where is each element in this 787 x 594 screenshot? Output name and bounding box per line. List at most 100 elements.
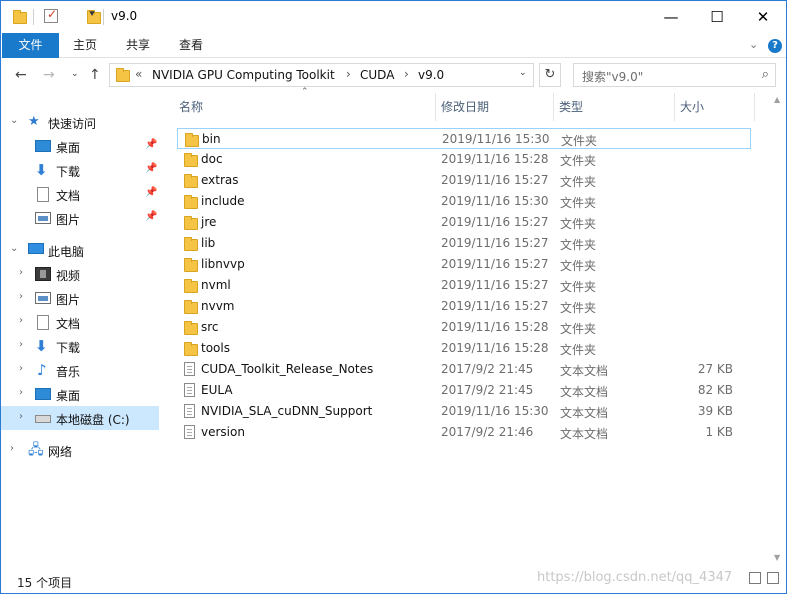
up-icon[interactable]: ↑	[89, 67, 101, 83]
tab-file[interactable]: 文件	[2, 33, 59, 58]
help-icon[interactable]: ?	[768, 39, 782, 53]
nav-pc-music[interactable]: › ♪ 音乐	[1, 358, 159, 382]
chevron-right-icon[interactable]: ›	[19, 339, 23, 350]
list-item[interactable]: version 2017/9/2 21:46 文本文档 1 KB	[177, 422, 751, 443]
folder-icon	[116, 68, 130, 82]
nav-pc-documents[interactable]: › 文档	[1, 310, 159, 334]
file-date: 2019/11/16 15:27	[441, 257, 549, 271]
details-view-icon[interactable]	[749, 572, 761, 584]
pin-icon[interactable]: 📌	[145, 139, 157, 150]
breadcrumb-v90[interactable]: v9.0	[418, 68, 444, 82]
column-divider[interactable]	[553, 93, 554, 121]
tab-share[interactable]: 共享	[113, 33, 163, 58]
list-item[interactable]: include 2019/11/16 15:30 文件夹	[177, 191, 751, 212]
back-icon[interactable]: ←	[15, 67, 27, 83]
breadcrumb-cuda[interactable]: CUDA	[360, 68, 394, 82]
nav-pc-local-disk[interactable]: › 本地磁盘 (C:)	[1, 406, 159, 430]
scroll-up-icon[interactable]: ▲	[774, 95, 780, 104]
column-header-size[interactable]: 大小	[680, 93, 704, 121]
list-item[interactable]: nvvm 2019/11/16 15:27 文件夹	[177, 296, 751, 317]
overflow-crumb[interactable]: «	[135, 67, 142, 81]
nav-pc-videos[interactable]: › 视频	[1, 262, 159, 286]
folder-icon	[184, 342, 198, 356]
expand-ribbon-icon[interactable]: ⌄	[749, 38, 758, 51]
address-dropdown-icon[interactable]: ⌄	[519, 68, 527, 78]
chevron-right-icon[interactable]: ›	[19, 291, 23, 302]
scroll-down-icon[interactable]: ▼	[774, 553, 780, 562]
nav-quick-access[interactable]: ⌄ ★ 快速访问	[1, 110, 159, 134]
pin-icon[interactable]: 📌	[145, 187, 157, 198]
column-header-type[interactable]: 类型	[559, 93, 583, 121]
column-divider[interactable]	[754, 93, 755, 121]
large-icons-view-icon[interactable]	[767, 572, 779, 584]
list-item[interactable]: NVIDIA_SLA_cuDNN_Support 2019/11/16 15:3…	[177, 401, 751, 422]
list-item[interactable]: tools 2019/11/16 15:28 文件夹	[177, 338, 751, 359]
list-item[interactable]: doc 2019/11/16 15:28 文件夹	[177, 149, 751, 170]
nav-pc-downloads[interactable]: › ⬇ 下载	[1, 334, 159, 358]
address-bar[interactable]: « NVIDIA GPU Computing Toolkit › CUDA › …	[109, 63, 534, 87]
maximize-button[interactable]: ☐	[694, 1, 740, 33]
chevron-down-icon[interactable]: ⌄	[10, 115, 18, 126]
file-name: tools	[201, 341, 230, 355]
chevron-right-icon[interactable]: ›	[10, 443, 14, 454]
document-icon	[37, 315, 49, 330]
customize-quick-access-icon[interactable]: ⯆	[88, 9, 96, 27]
recent-locations-icon[interactable]: ⌄	[71, 69, 79, 79]
column-divider[interactable]	[674, 93, 675, 121]
nav-pc-desktop[interactable]: › 桌面	[1, 382, 159, 406]
file-type: 文本文档	[560, 364, 609, 378]
nav-label: 本地磁盘 (C:)	[56, 413, 130, 427]
chevron-right-icon[interactable]: ›	[19, 387, 23, 398]
search-icon[interactable]: ⌕	[762, 67, 769, 82]
list-item[interactable]: nvml 2019/11/16 15:27 文件夹	[177, 275, 751, 296]
list-item[interactable]: src 2019/11/16 15:28 文件夹	[177, 317, 751, 338]
file-type: 文件夹	[560, 322, 597, 336]
title-bar: ✓ ⯆ v9.0 — ☐ ✕	[1, 1, 786, 33]
nav-quick-documents[interactable]: 文档 📌	[1, 182, 159, 206]
chevron-down-icon[interactable]: ⌄	[10, 243, 18, 254]
chevron-right-icon[interactable]: ›	[19, 411, 23, 422]
list-item[interactable]: jre 2019/11/16 15:27 文件夹	[177, 212, 751, 233]
list-item[interactable]: bin 2019/11/16 15:30 文件夹	[177, 128, 751, 149]
file-name: nvml	[201, 278, 231, 292]
chevron-right-icon[interactable]: ›	[19, 267, 23, 278]
file-type: 文件夹	[560, 343, 597, 357]
minimize-button[interactable]: —	[648, 1, 694, 33]
column-divider[interactable]	[435, 93, 436, 121]
file-name: nvvm	[201, 299, 235, 313]
list-item[interactable]: EULA 2017/9/2 21:45 文本文档 82 KB	[177, 380, 751, 401]
chevron-right-icon[interactable]: ›	[19, 363, 23, 374]
item-count: 15 个项目	[17, 576, 73, 590]
chevron-right-icon[interactable]: ›	[404, 67, 409, 81]
chevron-right-icon[interactable]: ›	[346, 67, 351, 81]
folder-icon	[184, 174, 198, 188]
nav-this-pc[interactable]: ⌄ 此电脑	[1, 238, 159, 262]
nav-quick-pictures[interactable]: 图片 📌	[1, 206, 159, 230]
list-item[interactable]: extras 2019/11/16 15:27 文件夹	[177, 170, 751, 191]
close-button[interactable]: ✕	[740, 1, 786, 33]
forward-icon[interactable]: →	[43, 67, 55, 83]
file-date: 2017/9/2 21:45	[441, 383, 534, 397]
list-item[interactable]: libnvvp 2019/11/16 15:27 文件夹	[177, 254, 751, 275]
nav-quick-downloads[interactable]: ⬇ 下载 📌	[1, 158, 159, 182]
nav-pc-pictures[interactable]: › 图片	[1, 286, 159, 310]
chevron-right-icon[interactable]: ›	[19, 315, 23, 326]
tab-view[interactable]: 查看	[166, 33, 216, 58]
properties-icon[interactable]: ✓	[44, 7, 58, 23]
list-item[interactable]: lib 2019/11/16 15:27 文件夹	[177, 233, 751, 254]
pin-icon[interactable]: 📌	[145, 211, 157, 222]
folder-icon	[184, 300, 198, 314]
pin-icon[interactable]: 📌	[145, 163, 157, 174]
vertical-scrollbar[interactable]: ▲ ▼	[771, 93, 786, 567]
tab-home[interactable]: 主页	[61, 33, 109, 58]
breadcrumb-nvidia[interactable]: NVIDIA GPU Computing Toolkit	[152, 68, 335, 82]
column-header-name[interactable]: 名称	[179, 93, 203, 121]
star-icon: ★	[28, 114, 40, 129]
search-box[interactable]: 搜索"v9.0" ⌕	[573, 63, 776, 87]
nav-network[interactable]: › 🖧 网络	[1, 438, 159, 462]
column-header-date[interactable]: 修改日期	[441, 93, 489, 121]
nav-quick-desktop[interactable]: 桌面 📌	[1, 134, 159, 158]
list-item[interactable]: CUDA_Toolkit_Release_Notes 2017/9/2 21:4…	[177, 359, 751, 380]
picture-icon	[35, 212, 51, 224]
refresh-button[interactable]: ↻	[539, 63, 561, 87]
